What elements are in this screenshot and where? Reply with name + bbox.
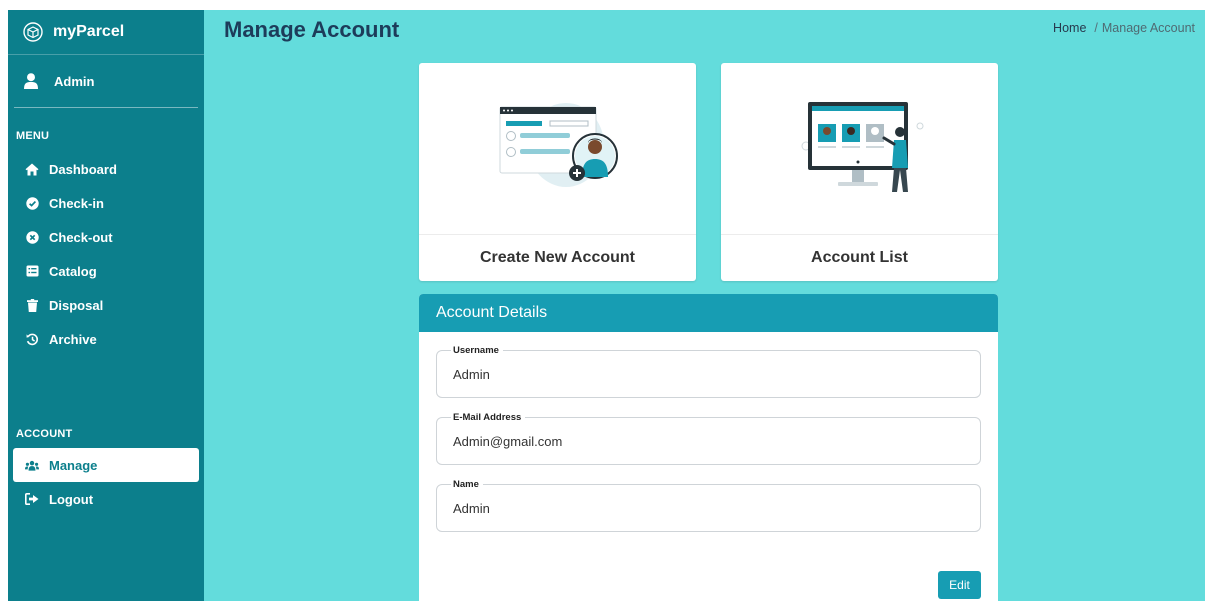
page-title: Manage Account (224, 17, 400, 42)
sidebar-item-label: Dashboard (49, 161, 117, 177)
name-label: Name (451, 479, 483, 490)
breadcrumb-separator: / (1094, 21, 1098, 35)
sidebar-item-dashboard[interactable]: Dashboard (13, 152, 199, 186)
sidebar-item-archive[interactable]: Archive (13, 322, 199, 356)
create-account-title: Create New Account (480, 249, 635, 266)
sidebar-item-label: Disposal (49, 297, 104, 313)
user-panel[interactable]: Admin (14, 55, 198, 108)
logout-icon (25, 492, 39, 506)
username-value: Admin (453, 367, 490, 382)
home-icon (25, 162, 39, 176)
sidebar-item-label: Check-out (49, 229, 113, 245)
sidebar: myParcel Admin MENU Dashboard Check-in C… (8, 10, 204, 601)
sidebar-item-check-in[interactable]: Check-in (13, 186, 199, 220)
username-label: Username (451, 345, 503, 356)
sidebar-item-label: Catalog (49, 263, 97, 279)
user-list-illustration-icon (801, 102, 923, 192)
users-icon (25, 458, 39, 472)
brand-name: myParcel (53, 23, 125, 40)
account-details-title: Account Details (419, 294, 998, 332)
sidebar-item-label: Check-in (49, 195, 104, 211)
sidebar-item-check-out[interactable]: Check-out (13, 220, 199, 254)
app-frame: myParcel Admin MENU Dashboard Check-in C… (8, 10, 1205, 601)
account-list-card[interactable]: Account List (721, 63, 998, 281)
sidebar-item-logout[interactable]: Logout (13, 482, 199, 516)
check-circle-icon (25, 196, 39, 210)
email-label: E-Mail Address (451, 412, 526, 423)
trash-icon (25, 298, 39, 312)
create-account-illustration (419, 63, 696, 235)
add-user-illustration-icon (499, 103, 618, 187)
breadcrumb: Home / Manage Account (1053, 21, 1195, 35)
email-field[interactable]: E-Mail Address Admin@gmail.com (436, 412, 981, 465)
sidebar-item-disposal[interactable]: Disposal (13, 288, 199, 322)
history-icon (25, 332, 39, 346)
edit-button[interactable]: Edit (938, 571, 981, 599)
sidebar-item-catalog[interactable]: Catalog (13, 254, 199, 288)
user-name: Admin (54, 73, 95, 89)
name-value: Admin (453, 501, 490, 516)
create-account-card[interactable]: Create New Account (419, 63, 696, 281)
sidebar-item-label: Manage (49, 457, 98, 473)
breadcrumb-current: Manage Account (1101, 21, 1195, 35)
brand[interactable]: myParcel (8, 10, 204, 55)
sidebar-item-manage[interactable]: Manage (13, 448, 199, 482)
sidebar-item-label: Archive (49, 331, 97, 347)
parcel-logo-icon (23, 22, 43, 42)
account-section-label: ACCOUNT (16, 428, 73, 440)
name-field[interactable]: Name Admin (436, 479, 981, 532)
x-circle-icon (25, 230, 39, 244)
username-field[interactable]: Username Admin (436, 345, 981, 398)
list-icon (25, 264, 39, 278)
account-list-title: Account List (811, 249, 908, 266)
sidebar-item-label: Logout (49, 491, 94, 507)
user-icon (24, 73, 38, 89)
account-list-illustration (721, 63, 998, 235)
email-value: Admin@gmail.com (453, 434, 563, 449)
breadcrumb-home-link[interactable]: Home (1053, 21, 1086, 35)
account-details-panel: Account Details Username Admin E-Mail Ad… (419, 294, 998, 601)
menu-section-label: MENU (16, 130, 50, 142)
